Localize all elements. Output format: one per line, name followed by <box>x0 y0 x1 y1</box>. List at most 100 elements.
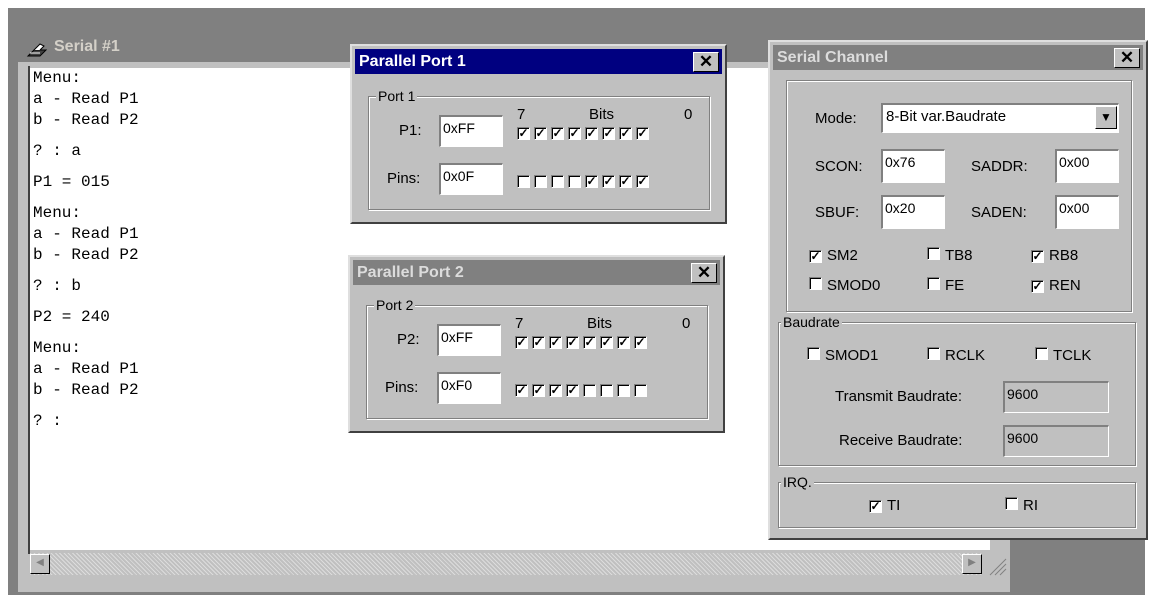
p2-bit-checkboxes: ✓ ✓ ✓ ✓ ✓ ✓ ✓ ✓ <box>515 336 651 350</box>
mode-dropdown[interactable]: 8-Bit var.Baudrate ▼ <box>881 103 1119 133</box>
bit-checkbox[interactable]: ✓ <box>532 336 545 349</box>
bit-checkbox[interactable]: ✓ <box>583 336 596 349</box>
checkbox-box[interactable] <box>1035 347 1048 360</box>
scroll-right-button[interactable]: ▶ <box>962 554 982 574</box>
bit-checkbox[interactable] <box>600 384 613 397</box>
bit-checkbox[interactable]: ✓ <box>534 127 547 140</box>
ri-checkbox[interactable]: RI <box>1005 497 1038 514</box>
bit-checkbox[interactable]: ✓ <box>549 384 562 397</box>
serial-channel-title: Serial Channel <box>777 49 889 66</box>
bit-checkbox[interactable]: ✓ <box>600 336 613 349</box>
p1-value-field[interactable]: 0xFF <box>439 115 503 147</box>
bit-checkbox[interactable] <box>551 175 564 188</box>
serial-channel-window: Serial Channel ✕ Mode: 8-Bit var.Baudrat… <box>768 40 1148 540</box>
ren-checkbox[interactable]: ✓ REN <box>1031 277 1081 294</box>
ti-checkbox[interactable]: ✓ TI <box>869 497 900 514</box>
bit-checkbox[interactable]: ✓ <box>636 127 649 140</box>
bit-checkbox[interactable]: ✓ <box>636 175 649 188</box>
checkbox-box[interactable]: ✓ <box>1031 250 1044 263</box>
serial-channel-titlebar[interactable]: Serial Channel ✕ <box>773 45 1143 70</box>
ri-label: RI <box>1023 497 1038 514</box>
close-icon[interactable]: ✕ <box>1114 48 1140 68</box>
saden-label: SADEN: <box>971 204 1027 221</box>
bit-checkbox[interactable]: ✓ <box>585 175 598 188</box>
printer-icon <box>26 39 48 57</box>
p1-label: P1: <box>399 122 422 139</box>
close-icon[interactable]: ✕ <box>693 52 719 72</box>
sm2-label: SM2 <box>827 247 858 264</box>
smod1-label: SMOD1 <box>825 347 879 364</box>
p2-pin-checkboxes: ✓ ✓ ✓ ✓ <box>515 384 651 398</box>
resize-grip-icon[interactable] <box>984 553 1008 577</box>
sbuf-field[interactable]: 0x20 <box>881 195 945 229</box>
baudrate-group: Baudrate SMOD1 RCLK TCLK Transmit Baudra… <box>778 313 1136 466</box>
smod0-checkbox[interactable]: SMOD0 <box>809 277 880 294</box>
checkbox-box[interactable] <box>807 347 820 360</box>
bits-low-label: 0 <box>682 315 691 332</box>
parallel-port-1-titlebar[interactable]: Parallel Port 1 ✕ <box>355 49 722 74</box>
bit-checkbox[interactable] <box>517 175 530 188</box>
bit-checkbox[interactable] <box>534 175 547 188</box>
serial-1-title: Serial #1 <box>54 38 120 55</box>
bit-checkbox[interactable]: ✓ <box>551 127 564 140</box>
p2-value-field[interactable]: 0xFF <box>437 324 501 356</box>
bit-checkbox[interactable]: ✓ <box>585 127 598 140</box>
port-1-group-label: Port 1 <box>376 87 418 105</box>
p2-pins-field[interactable]: 0xF0 <box>437 372 501 404</box>
transmit-baudrate-field: 9600 <box>1003 381 1109 413</box>
bit-checkbox[interactable]: ✓ <box>515 336 528 349</box>
saddr-label: SADDR: <box>971 158 1028 175</box>
rb8-checkbox[interactable]: ✓ RB8 <box>1031 247 1078 264</box>
checkbox-box[interactable] <box>809 277 822 290</box>
scroll-left-button[interactable]: ◀ <box>30 554 50 574</box>
ti-label: TI <box>887 497 901 514</box>
checkbox-box[interactable] <box>927 347 940 360</box>
serial-control-group: Mode: 8-Bit var.Baudrate ▼ SCON: 0x76 SA… <box>786 80 1132 312</box>
tclk-checkbox[interactable]: TCLK <box>1035 347 1091 364</box>
parallel-port-2-window: Parallel Port 2 ✕ Port 2 7 Bits 0 P2: 0x… <box>348 255 725 433</box>
sm2-checkbox[interactable]: ✓ SM2 <box>809 247 858 264</box>
checkbox-box[interactable]: ✓ <box>869 500 882 513</box>
bit-checkbox[interactable]: ✓ <box>532 384 545 397</box>
scon-field[interactable]: 0x76 <box>881 149 945 183</box>
checkbox-box[interactable] <box>1005 497 1018 510</box>
bits-label: Bits <box>589 106 615 123</box>
smod0-label: SMOD0 <box>827 277 881 294</box>
bit-checkbox[interactable]: ✓ <box>517 127 530 140</box>
bit-checkbox[interactable]: ✓ <box>619 127 632 140</box>
horizontal-scrollbar[interactable]: ◀ ▶ <box>30 553 982 575</box>
saden-field[interactable]: 0x00 <box>1055 195 1119 229</box>
p1-bit-checkboxes: ✓ ✓ ✓ ✓ ✓ ✓ ✓ ✓ <box>517 127 653 141</box>
bit-checkbox[interactable]: ✓ <box>602 175 615 188</box>
checkbox-box[interactable]: ✓ <box>1031 280 1044 293</box>
bit-checkbox[interactable]: ✓ <box>566 384 579 397</box>
bit-checkbox[interactable]: ✓ <box>634 336 647 349</box>
checkbox-box[interactable] <box>927 277 940 290</box>
checkbox-box[interactable] <box>927 247 940 260</box>
p1-pins-field[interactable]: 0x0F <box>439 163 503 195</box>
port-2-group: Port 2 7 Bits 0 P2: 0xFF ✓ ✓ ✓ ✓ ✓ ✓ ✓ ✓ Pins: … <box>366 296 708 419</box>
fe-checkbox[interactable]: FE <box>927 277 964 294</box>
close-icon[interactable]: ✕ <box>691 263 717 283</box>
pins-label: Pins: <box>385 379 419 396</box>
chevron-down-icon[interactable]: ▼ <box>1095 106 1117 129</box>
bit-checkbox[interactable]: ✓ <box>549 336 562 349</box>
bit-checkbox[interactable] <box>583 384 596 397</box>
bit-checkbox[interactable]: ✓ <box>566 336 579 349</box>
tb8-checkbox[interactable]: TB8 <box>927 247 973 264</box>
rclk-checkbox[interactable]: RCLK <box>927 347 985 364</box>
receive-baudrate-label: Receive Baudrate: <box>839 432 963 449</box>
bit-checkbox[interactable]: ✓ <box>619 175 632 188</box>
parallel-port-2-titlebar[interactable]: Parallel Port 2 ✕ <box>353 260 720 285</box>
checkbox-box[interactable]: ✓ <box>809 250 822 263</box>
smod1-checkbox[interactable]: SMOD1 <box>807 347 878 364</box>
bit-checkbox[interactable] <box>634 384 647 397</box>
bit-checkbox[interactable]: ✓ <box>617 336 630 349</box>
bit-checkbox[interactable]: ✓ <box>515 384 528 397</box>
bit-checkbox[interactable] <box>568 175 581 188</box>
saddr-field[interactable]: 0x00 <box>1055 149 1119 183</box>
bit-checkbox[interactable] <box>617 384 630 397</box>
bits-high-label: 7 <box>515 315 524 332</box>
bit-checkbox[interactable]: ✓ <box>602 127 615 140</box>
bit-checkbox[interactable]: ✓ <box>568 127 581 140</box>
